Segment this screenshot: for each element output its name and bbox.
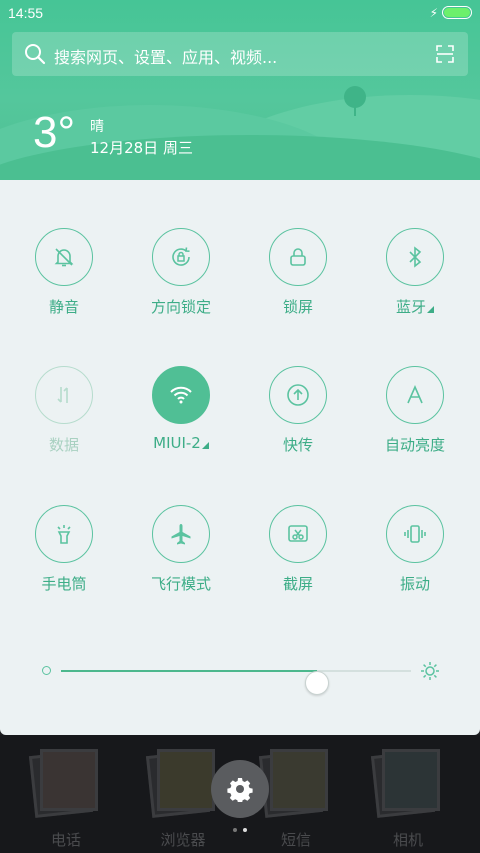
toggle-silent[interactable]: 静音: [9, 228, 119, 317]
airplane-icon: [171, 524, 191, 545]
search-bar[interactable]: 搜索网页、设置、应用、视频...: [12, 32, 468, 76]
toggle-circle: [269, 228, 327, 286]
toggle-airplane-mode[interactable]: 飞行模式: [126, 505, 236, 594]
app-thumbnails: [26, 743, 106, 819]
temperature: 3°: [33, 108, 76, 157]
brightness-low-icon: [42, 666, 51, 675]
search-placeholder: 搜索网页、设置、应用、视频...: [54, 48, 278, 67]
app-thumbnails: [368, 743, 448, 819]
gear-icon: [227, 778, 253, 802]
toggle-circle: [386, 228, 444, 286]
status-icons: ⚡: [430, 6, 472, 19]
toggle-circle: [35, 366, 93, 424]
more-indicator-icon: [201, 442, 209, 449]
toggle-circle: [269, 366, 327, 424]
toggle-label-with-more: 蓝牙: [360, 296, 470, 317]
toggle-quick-transfer[interactable]: 快传: [243, 366, 353, 455]
toggle-label: 振动: [399, 575, 430, 593]
settings-button[interactable]: [211, 760, 269, 818]
toggle-wifi[interactable]: MIUI-2: [126, 366, 236, 452]
screenshot-icon: [288, 525, 308, 542]
toggle-label: 蓝牙: [395, 298, 426, 316]
page-dot: [233, 828, 237, 832]
toggle-circle: [152, 366, 210, 424]
toggle-bluetooth[interactable]: 蓝牙: [360, 228, 470, 317]
scan-icon[interactable]: [436, 45, 454, 63]
bluetooth-icon: [409, 246, 422, 268]
toggle-label: 数据: [48, 436, 79, 454]
mobile-data-icon: [57, 387, 68, 403]
toggle-circle: [269, 505, 327, 563]
date-text: 12月28日 周三: [90, 139, 193, 157]
weather-condition: 晴: [90, 119, 104, 135]
slider-thumb[interactable]: [304, 671, 329, 695]
toggle-label: 快传: [282, 436, 313, 454]
toggle-screenshot[interactable]: 截屏: [243, 505, 353, 594]
toggle-lock-screen[interactable]: 锁屏: [243, 228, 353, 317]
toggle-label: 截屏: [282, 575, 313, 593]
toggle-circle: [386, 505, 444, 563]
thumbnail: [270, 749, 328, 811]
bolt-icon: ⚡: [429, 5, 438, 20]
toggle-circle: [152, 505, 210, 563]
toggle-vibrate[interactable]: 振动: [360, 505, 470, 594]
page-dot-active: [243, 828, 247, 832]
toggle-label-with-more: MIUI-2: [126, 434, 236, 452]
control-center-panel: 静音 方向锁定 锁屏 蓝牙 数据 MIUI-2 快传 自动亮度 手电筒 飞行模式…: [0, 180, 480, 735]
slider-track-fill: [61, 670, 317, 672]
auto-brightness-icon: [407, 385, 423, 404]
toggle-circle: [35, 228, 93, 286]
toggle-label: MIUI-2: [153, 434, 201, 452]
app-label: 电话: [50, 831, 81, 849]
status-time: 14:55: [8, 5, 44, 21]
toggle-label: 方向锁定: [150, 298, 211, 316]
more-indicator-icon: [427, 306, 434, 313]
flashlight-icon: [57, 525, 71, 544]
thumbnail: [40, 749, 98, 811]
toggle-circle: [35, 505, 93, 563]
toggle-auto-brightness[interactable]: 自动亮度: [360, 366, 470, 455]
bell-off-icon: [54, 248, 74, 267]
slider-track[interactable]: [61, 670, 411, 695]
app-label: 相机: [392, 831, 423, 849]
vibrate-icon: [404, 525, 426, 543]
tree-trunk-decoration: [354, 104, 356, 116]
search-icon: [25, 44, 46, 65]
toggle-label: 静音: [48, 298, 79, 316]
wifi-icon: [170, 386, 192, 404]
toggle-flashlight[interactable]: 手电筒: [9, 505, 119, 594]
app-label: 短信: [280, 831, 311, 849]
toggle-mobile-data[interactable]: 数据: [9, 366, 119, 455]
app-phone[interactable]: 电话: [26, 743, 106, 849]
rotation-lock-icon: [172, 247, 190, 266]
thumbnail: [157, 749, 215, 811]
weather-header: 14:55 ⚡ 搜索网页、设置、应用、视频... 3° 晴 12月28日 周三: [0, 0, 480, 180]
toggle-circle: [152, 228, 210, 286]
toggle-label: 手电筒: [41, 575, 87, 593]
toggle-label: 自动亮度: [384, 436, 445, 454]
battery-icon: [442, 6, 472, 19]
app-camera[interactable]: 相机: [368, 743, 448, 849]
brightness-slider[interactable]: [40, 658, 450, 695]
lock-icon: [290, 248, 306, 266]
toggle-label: 锁屏: [282, 298, 313, 316]
app-label: 浏览器: [160, 831, 206, 849]
thumbnail: [382, 749, 440, 811]
page-indicator: [233, 828, 247, 832]
toggle-rotation-lock[interactable]: 方向锁定: [126, 228, 236, 317]
brightness-high-icon: [421, 662, 439, 680]
toggle-label: 飞行模式: [150, 575, 211, 593]
toggle-circle: [386, 366, 444, 424]
quick-transfer-icon: [287, 384, 309, 406]
